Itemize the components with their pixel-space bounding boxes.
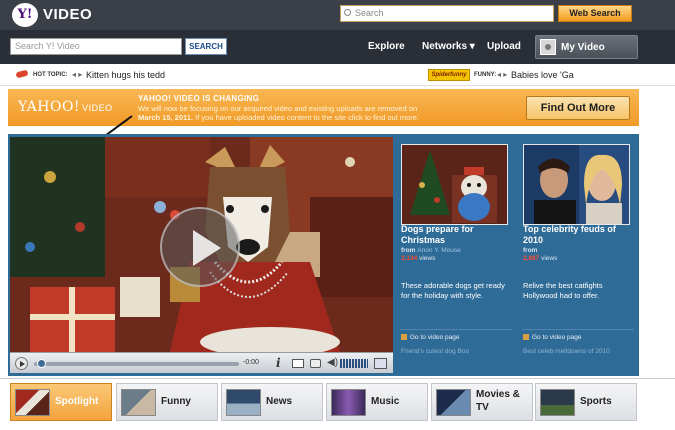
banner-logo-yahoo: YAHOO! xyxy=(18,99,81,115)
tab-label: Movies & TV xyxy=(476,389,520,413)
card-title-link[interactable]: Dogs prepare for Christmas xyxy=(401,224,511,246)
dog-christmas-thumbnail-image xyxy=(402,145,507,224)
goto-label: Go to video page xyxy=(410,334,460,341)
card-description: Relive the best catfights Hollywood had … xyxy=(523,281,603,300)
video-page-icon xyxy=(401,334,407,340)
hot-topic-link[interactable]: Kitten hugs his tedd xyxy=(86,70,165,80)
progress-knob[interactable] xyxy=(37,359,46,368)
control-play-icon[interactable] xyxy=(15,357,28,370)
card-from: from Anon Y. Mouse xyxy=(401,247,461,254)
category-tabs: Spotlight Funny News Music Movies & TV S… xyxy=(0,378,675,430)
views-label: views xyxy=(541,255,558,262)
play-button[interactable] xyxy=(160,207,240,287)
tab-label: News xyxy=(266,396,293,407)
divider xyxy=(522,329,634,330)
tab-label: Music xyxy=(371,396,400,407)
fullscreen-icon[interactable] xyxy=(374,358,387,369)
banner-date: March 15, 2011. xyxy=(138,113,194,122)
nav-explore-link[interactable]: Explore xyxy=(368,41,405,52)
related-link[interactable]: Friend's cutest dog Boo xyxy=(401,348,469,355)
video-search-button[interactable]: SEARCH xyxy=(185,38,227,55)
views-count: 3,134 xyxy=(401,255,418,262)
sports-thumbnail xyxy=(540,389,575,416)
funny-badge-logo: Spiderfunny xyxy=(428,69,470,81)
views-label: views xyxy=(419,255,436,262)
volume-icon[interactable]: ◀) xyxy=(327,357,338,368)
banner-text-rest: If you have uploaded video content to th… xyxy=(195,113,420,122)
avatar-icon xyxy=(540,39,556,55)
my-video-label: My Video xyxy=(561,42,605,53)
tab-spotlight[interactable]: Spotlight xyxy=(10,383,112,421)
player-controls: -0:00 i ◀) xyxy=(10,352,393,373)
card-from: from xyxy=(523,247,537,254)
tab-sports[interactable]: Sports xyxy=(535,383,637,421)
top-bar: Y! VIDEO Search Web Search xyxy=(0,0,675,30)
tab-music[interactable]: Music xyxy=(326,383,428,421)
share-icon[interactable] xyxy=(310,359,321,368)
tab-label: Sports xyxy=(580,396,612,407)
goto-label: Go to video page xyxy=(532,334,582,341)
card-views: 2,987 views xyxy=(523,255,557,262)
video-page-icon xyxy=(523,334,529,340)
banner-text-line1: We will now be focusing on our acquired … xyxy=(138,104,418,113)
hot-topic-strip: HOT TOPIC: ◂ ▸ Kitten hugs his tedd Spid… xyxy=(0,64,675,86)
funny-thumbnail xyxy=(121,389,156,416)
tab-movies-tv[interactable]: Movies & TV xyxy=(431,383,533,421)
views-count: 2,987 xyxy=(523,255,540,262)
search-icon xyxy=(344,9,351,16)
from-label: from xyxy=(523,247,538,254)
play-icon xyxy=(193,230,221,266)
time-readout: -0:00 xyxy=(243,359,259,366)
card-title-link[interactable]: Top celebrity feuds of 2010 xyxy=(523,224,633,246)
card-description: These adorable dogs get ready for the ho… xyxy=(401,281,505,300)
goto-video-link[interactable]: Go to video page xyxy=(523,334,582,341)
yahoo-logo-icon[interactable]: Y! xyxy=(12,3,38,27)
movies-thumbnail xyxy=(436,389,471,416)
music-thumbnail xyxy=(331,389,366,416)
nav-bar: Search Y! Video SEARCH Explore Networks … xyxy=(0,30,675,64)
divider xyxy=(400,329,512,330)
video-search-input[interactable]: Search Y! Video xyxy=(10,38,182,55)
hot-topic-label: HOT TOPIC: xyxy=(33,72,68,78)
card-views: 3,134 views xyxy=(401,255,435,262)
tab-label: Funny xyxy=(161,396,191,407)
hot-topic-arrows[interactable]: ◂ ▸ xyxy=(72,70,82,79)
tab-news[interactable]: News xyxy=(221,383,323,421)
celebrity-feud-thumbnail-image xyxy=(524,145,629,224)
uploader-link[interactable]: Anon Y. Mouse xyxy=(417,247,461,254)
tab-funny[interactable]: Funny xyxy=(116,383,218,421)
video-player[interactable] xyxy=(10,137,393,352)
related-link[interactable]: Best celeb meltdowns of 2010 xyxy=(523,348,610,355)
find-out-more-button[interactable]: Find Out More xyxy=(526,96,630,120)
hot-topic-icon xyxy=(15,69,29,79)
news-thumbnail xyxy=(226,389,261,416)
email-icon[interactable] xyxy=(292,359,304,368)
nav-upload-link[interactable]: Upload xyxy=(487,41,521,52)
web-search-button[interactable]: Web Search xyxy=(558,5,632,22)
video-thumbnail[interactable] xyxy=(523,144,630,225)
web-search-input[interactable]: Search xyxy=(340,5,554,22)
tab-label: Spotlight xyxy=(55,396,99,407)
funny-label: FUNNY: xyxy=(474,72,497,78)
video-thumbnail[interactable] xyxy=(401,144,508,225)
progress-track[interactable] xyxy=(34,362,239,366)
spotlight-thumbnail xyxy=(15,389,50,416)
featured-panel: -0:00 i ◀) Dogs prepare for Christmas fr… xyxy=(8,134,639,376)
my-video-button[interactable]: My Video xyxy=(535,35,638,59)
funny-arrows[interactable]: ◂ ▸ xyxy=(497,70,507,79)
nav-networks-dropdown[interactable]: Networks ▾ xyxy=(422,41,475,52)
info-icon[interactable]: i xyxy=(276,356,281,370)
funny-link[interactable]: Babies love 'Ga xyxy=(511,70,574,80)
video-logo-text[interactable]: VIDEO xyxy=(43,6,92,23)
banner-title: YAHOO! VIDEO IS CHANGING xyxy=(138,94,260,103)
from-label: from xyxy=(401,247,416,254)
volume-slider[interactable] xyxy=(340,359,368,368)
goto-video-link[interactable]: Go to video page xyxy=(401,334,460,341)
banner-text-line2: March 15, 2011. If you have uploaded vid… xyxy=(138,113,419,122)
